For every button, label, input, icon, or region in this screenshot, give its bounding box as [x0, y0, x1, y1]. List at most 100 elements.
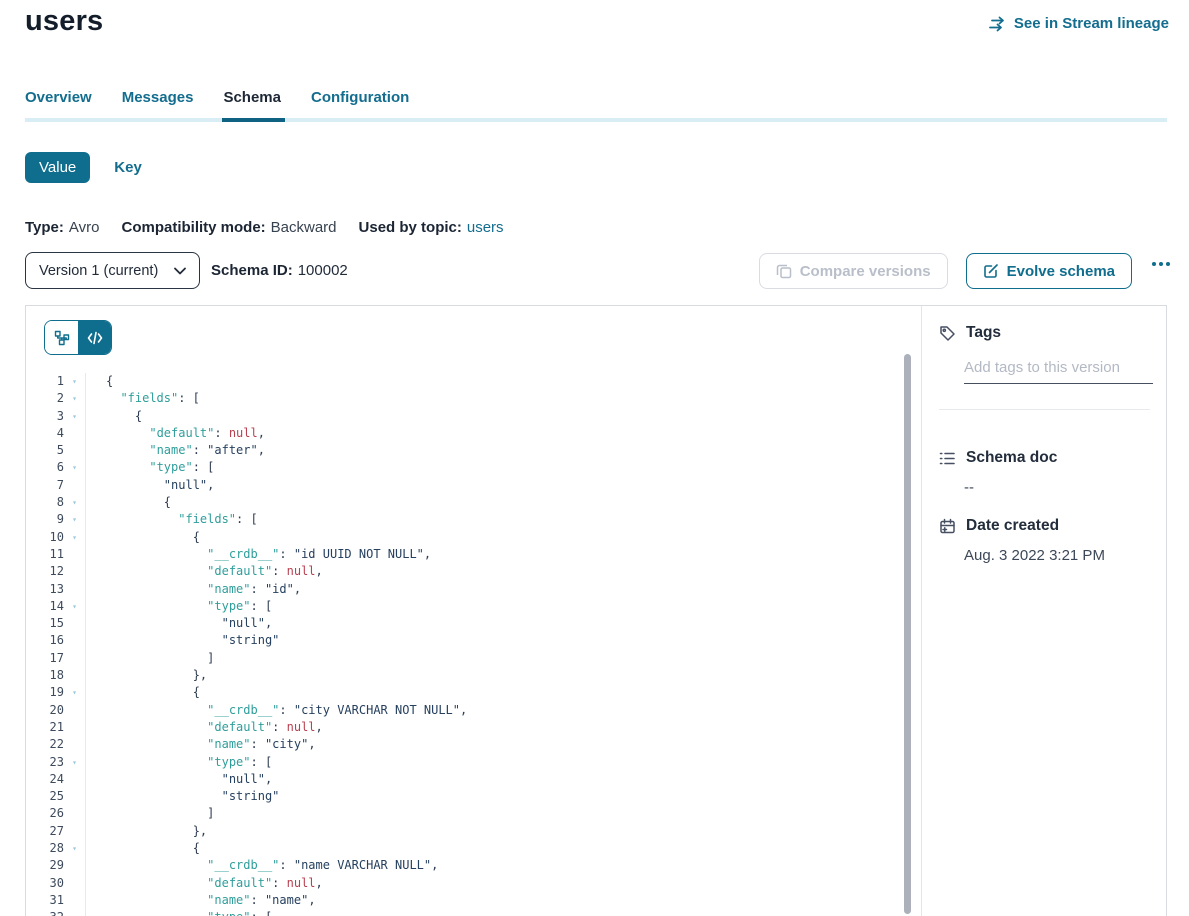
line-number: 19	[26, 684, 64, 701]
line-number: 5	[26, 442, 64, 459]
stream-lineage-link[interactable]: See in Stream lineage	[989, 15, 1169, 32]
type-value: Avro	[69, 219, 100, 236]
code-line: 23▾"type": [	[26, 754, 909, 771]
line-number: 22	[26, 736, 64, 753]
code-text: {	[85, 529, 909, 546]
value-key-toggle: Value Key	[25, 152, 142, 183]
fold-toggle-icon[interactable]: ▾	[64, 598, 85, 615]
tab-overview[interactable]: Overview	[25, 89, 92, 106]
schema-detail-card: 1▾{2▾"fields": [3▾{4"default": null,5"na…	[25, 305, 1167, 916]
schema-type: Type: Avro	[25, 219, 99, 236]
code-line: 6▾"type": [	[26, 459, 909, 476]
code-text: "type": [	[85, 459, 909, 476]
code-text: "name": "id",	[85, 581, 909, 598]
fold-toggle-icon[interactable]: ▾	[64, 390, 85, 407]
fold-toggle-icon[interactable]: ▾	[64, 373, 85, 390]
code-line: 15"null",	[26, 615, 909, 632]
value-toggle-button[interactable]: Value	[25, 152, 90, 183]
version-select-value: Version 1 (current)	[39, 263, 158, 279]
line-number: 23	[26, 754, 64, 771]
code-text: "string"	[85, 788, 909, 805]
code-line: 17]	[26, 650, 909, 667]
code-line: 31"name": "name",	[26, 892, 909, 909]
line-number: 18	[26, 667, 64, 684]
code-line: 1▾{	[26, 373, 909, 390]
code-text: "null",	[85, 477, 909, 494]
code-text: "string"	[85, 632, 909, 649]
code-text: "type": [	[85, 909, 909, 916]
line-number: 24	[26, 771, 64, 788]
tree-view-button[interactable]	[45, 321, 78, 354]
code-line: 24 "null",	[26, 771, 909, 788]
edit-icon	[983, 263, 999, 279]
line-number: 27	[26, 823, 64, 840]
used-by-topic: Used by topic: users	[359, 219, 504, 236]
code-text: },	[85, 823, 909, 840]
fold-toggle-icon[interactable]: ▾	[64, 529, 85, 546]
ellipsis-icon	[1152, 262, 1156, 266]
stream-lineage-label: See in Stream lineage	[1014, 15, 1169, 32]
line-number: 15	[26, 615, 64, 632]
code-text: "default": null,	[85, 425, 909, 442]
code-line: 14▾"type": [	[26, 598, 909, 615]
line-number: 30	[26, 875, 64, 892]
code-line: 32▾"type": [	[26, 909, 909, 916]
editor-scrollbar[interactable]	[904, 354, 911, 914]
code-text: "name": "after",	[85, 442, 909, 459]
fold-toggle-icon[interactable]: ▾	[64, 684, 85, 701]
code-view-button[interactable]	[78, 321, 111, 354]
list-icon	[939, 451, 956, 466]
code-line: 29"__crdb__": "name VARCHAR NULL",	[26, 857, 909, 874]
line-number: 28	[26, 840, 64, 857]
code-line: 4"default": null,	[26, 425, 909, 442]
tab-messages[interactable]: Messages	[122, 89, 194, 106]
line-number: 14	[26, 598, 64, 615]
sidebar-divider	[939, 409, 1150, 410]
fold-toggle-icon[interactable]: ▾	[64, 408, 85, 425]
tab-configuration[interactable]: Configuration	[311, 89, 409, 106]
code-text: {	[85, 373, 909, 390]
schema-actions: Compare versions Evolve schema	[759, 253, 1132, 289]
compare-versions-button[interactable]: Compare versions	[759, 253, 948, 289]
schema-editor-pane: 1▾{2▾"fields": [3▾{4"default": null,5"na…	[26, 306, 921, 916]
line-number: 26	[26, 805, 64, 822]
schema-doc-section: Schema doc --	[939, 449, 1149, 496]
topic-link[interactable]: users	[467, 219, 504, 236]
code-text: },	[85, 667, 909, 684]
date-created-title: Date created	[966, 517, 1059, 535]
evolve-schema-button[interactable]: Evolve schema	[966, 253, 1132, 289]
schema-meta-row: Type: Avro Compatibility mode: Backward …	[25, 219, 504, 236]
code-text: "type": [	[85, 754, 909, 771]
line-number: 21	[26, 719, 64, 736]
fold-toggle-icon[interactable]: ▾	[64, 494, 85, 511]
type-label: Type:	[25, 219, 64, 236]
code-line: 8▾{	[26, 494, 909, 511]
stream-lineage-icon	[989, 16, 1007, 32]
code-text: "null",	[85, 771, 909, 788]
fold-toggle-icon[interactable]: ▾	[64, 754, 85, 771]
line-number: 29	[26, 857, 64, 874]
tab-schema[interactable]: Schema	[223, 89, 281, 106]
schema-code-editor[interactable]: 1▾{2▾"fields": [3▾{4"default": null,5"na…	[26, 373, 909, 916]
code-line: 3▾{	[26, 408, 909, 425]
fold-toggle-icon[interactable]: ▾	[64, 459, 85, 476]
compatibility-label: Compatibility mode:	[121, 219, 265, 236]
line-number: 1	[26, 373, 64, 390]
more-options-button[interactable]	[1150, 258, 1172, 270]
editor-view-toggle	[44, 320, 112, 355]
code-text: ]	[85, 805, 909, 822]
fold-toggle-icon[interactable]: ▾	[64, 511, 85, 528]
code-text: "fields": [	[85, 390, 909, 407]
compatibility-value: Backward	[271, 219, 337, 236]
code-line: 28▾{	[26, 840, 909, 857]
version-select[interactable]: Version 1 (current)	[25, 252, 200, 289]
fold-toggle-icon[interactable]: ▾	[64, 909, 85, 916]
add-tags-input[interactable]	[964, 357, 1153, 384]
fold-toggle-icon[interactable]: ▾	[64, 840, 85, 857]
tags-section: Tags	[939, 324, 1149, 384]
key-toggle-button[interactable]: Key	[114, 159, 142, 176]
line-number: 9	[26, 511, 64, 528]
code-line: 11"__crdb__": "id UUID NOT NULL",	[26, 546, 909, 563]
code-line: 18},	[26, 667, 909, 684]
line-number: 31	[26, 892, 64, 909]
